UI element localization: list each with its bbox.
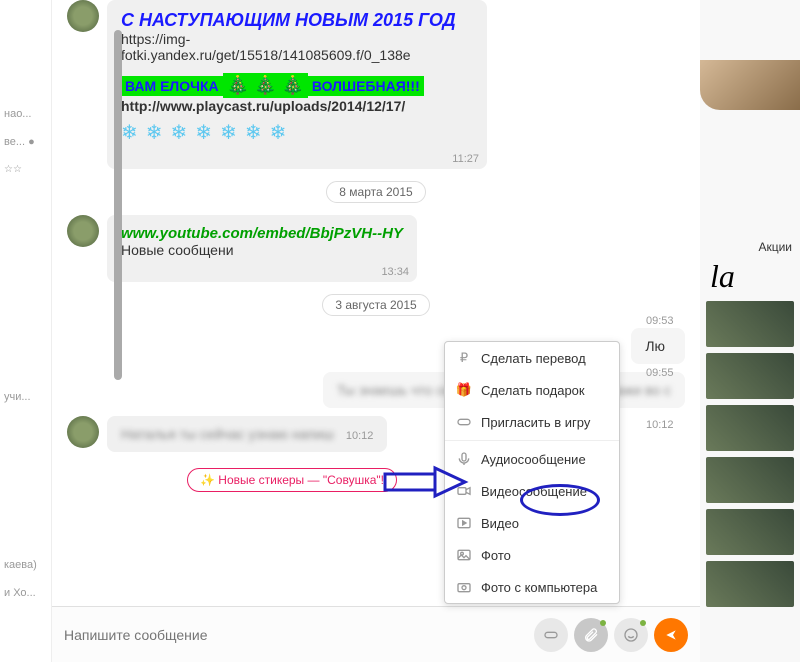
image-icon <box>455 546 473 564</box>
message-link[interactable]: http://www.playcast.ru/uploads/2014/12/1… <box>121 98 473 114</box>
camera-icon <box>455 578 473 596</box>
date-separator: 3 августа 2015 <box>67 294 685 316</box>
smile-icon <box>623 627 639 643</box>
microphone-icon <box>455 450 473 468</box>
send-icon <box>663 627 679 643</box>
message-incoming: С НАСТУПАЮЩИМ НОВЫМ 2015 ГОД https://img… <box>67 0 685 169</box>
message-bubble: С НАСТУПАЮЩИМ НОВЫМ 2015 ГОД https://img… <box>107 0 487 169</box>
ad-image[interactable] <box>700 60 800 110</box>
send-button[interactable] <box>654 618 688 652</box>
chat-area: С НАСТУПАЮЩИМ НОВЫМ 2015 ГОД https://img… <box>52 0 700 662</box>
gamepad-icon <box>543 627 559 643</box>
sidebar-item[interactable]: ☆☆ <box>0 156 51 183</box>
message-link[interactable]: https://img-fotki.yandex.ru/get/15518/14… <box>121 31 473 63</box>
message-composer <box>52 606 700 662</box>
gamepad-icon <box>455 413 473 431</box>
message-bubble: Наталья ты сейчас узнаю напиш 10:12 <box>107 416 387 452</box>
message-input[interactable] <box>64 627 534 643</box>
snowflake-row: ❄❄❄❄❄❄❄ <box>121 120 473 145</box>
avatar[interactable] <box>67 416 99 448</box>
games-button[interactable] <box>534 618 568 652</box>
avatar[interactable] <box>67 215 99 247</box>
message-time: 13:34 <box>381 266 409 278</box>
menu-photo-computer[interactable]: Фото с компьютера <box>445 571 619 603</box>
left-sidebar: нао... ве... ● ☆☆ учи... каева) и Хо... <box>0 0 52 662</box>
avatar[interactable] <box>67 0 99 32</box>
menu-video-message[interactable]: Видеосообщение <box>445 475 619 507</box>
message-text: Новые сообщени <box>121 242 403 258</box>
menu-gift[interactable]: 🎁 Сделать подарок <box>445 374 619 406</box>
message-text: Наталья ты сейчас узнаю напиш <box>121 426 334 442</box>
ruble-icon: ₽ <box>455 349 473 367</box>
thumbnail[interactable] <box>706 457 794 503</box>
attachment-menu: ₽ Сделать перевод 🎁 Сделать подарок Приг… <box>444 341 620 604</box>
menu-video[interactable]: Видео <box>445 507 619 539</box>
emoji-button[interactable] <box>614 618 648 652</box>
sidebar-item[interactable]: каева) <box>0 551 51 579</box>
message-headline: С НАСТУПАЮЩИМ НОВЫМ 2015 ГОД <box>121 10 473 31</box>
gift-icon: 🎁 <box>455 381 473 399</box>
message-link[interactable]: www.youtube.com/embed/BbjPzVH--HY <box>121 225 403 242</box>
menu-invite-game[interactable]: Пригласить в игру <box>445 406 619 438</box>
thumbnail[interactable] <box>706 561 794 607</box>
attach-button[interactable] <box>574 618 608 652</box>
sidebar-item[interactable]: нао... <box>0 100 51 128</box>
message-bubble: Лю <box>631 328 685 364</box>
right-panel: Акции la 09:53 09:55 10:12 <box>700 0 800 662</box>
message-incoming: www.youtube.com/embed/BbjPzVH--HY Новые … <box>67 215 685 282</box>
menu-transfer[interactable]: ₽ Сделать перевод <box>445 342 619 374</box>
play-video-icon <box>455 514 473 532</box>
video-camera-icon <box>455 482 473 500</box>
message-highlight: ВАМ ЕЛОЧКА🎄 🎄 🎄ВОЛШЕБНАЯ!!! <box>121 73 473 98</box>
thumbnail[interactable] <box>706 509 794 555</box>
thumbnail[interactable]: 09:55 <box>706 353 794 399</box>
thumbs-column: 09:53 09:55 10:12 <box>700 295 800 613</box>
notification-dot <box>600 620 606 626</box>
stickers-promo[interactable]: Новые стикеры — "Совушка"! <box>187 468 397 492</box>
scrollbar[interactable] <box>114 30 122 380</box>
menu-photo[interactable]: Фото <box>445 539 619 571</box>
menu-audio-message[interactable]: Аудиосообщение <box>445 443 619 475</box>
message-bubble: www.youtube.com/embed/BbjPzVH--HY Новые … <box>107 215 417 282</box>
date-separator: 8 марта 2015 <box>67 181 685 203</box>
ad-label: Акции <box>700 240 800 254</box>
ad-brand[interactable]: la <box>700 258 800 295</box>
sidebar-item[interactable]: ве... ● <box>0 128 51 156</box>
paperclip-icon <box>583 627 599 643</box>
message-time: 10:12 <box>346 430 374 442</box>
thumbnail[interactable]: 10:12 <box>706 405 794 451</box>
sidebar-item[interactable]: учи... <box>0 383 51 411</box>
sidebar-item[interactable]: и Хо... <box>0 579 51 607</box>
notification-dot <box>640 620 646 626</box>
message-time: 11:27 <box>452 153 479 165</box>
thumbnail[interactable]: 09:53 <box>706 301 794 347</box>
